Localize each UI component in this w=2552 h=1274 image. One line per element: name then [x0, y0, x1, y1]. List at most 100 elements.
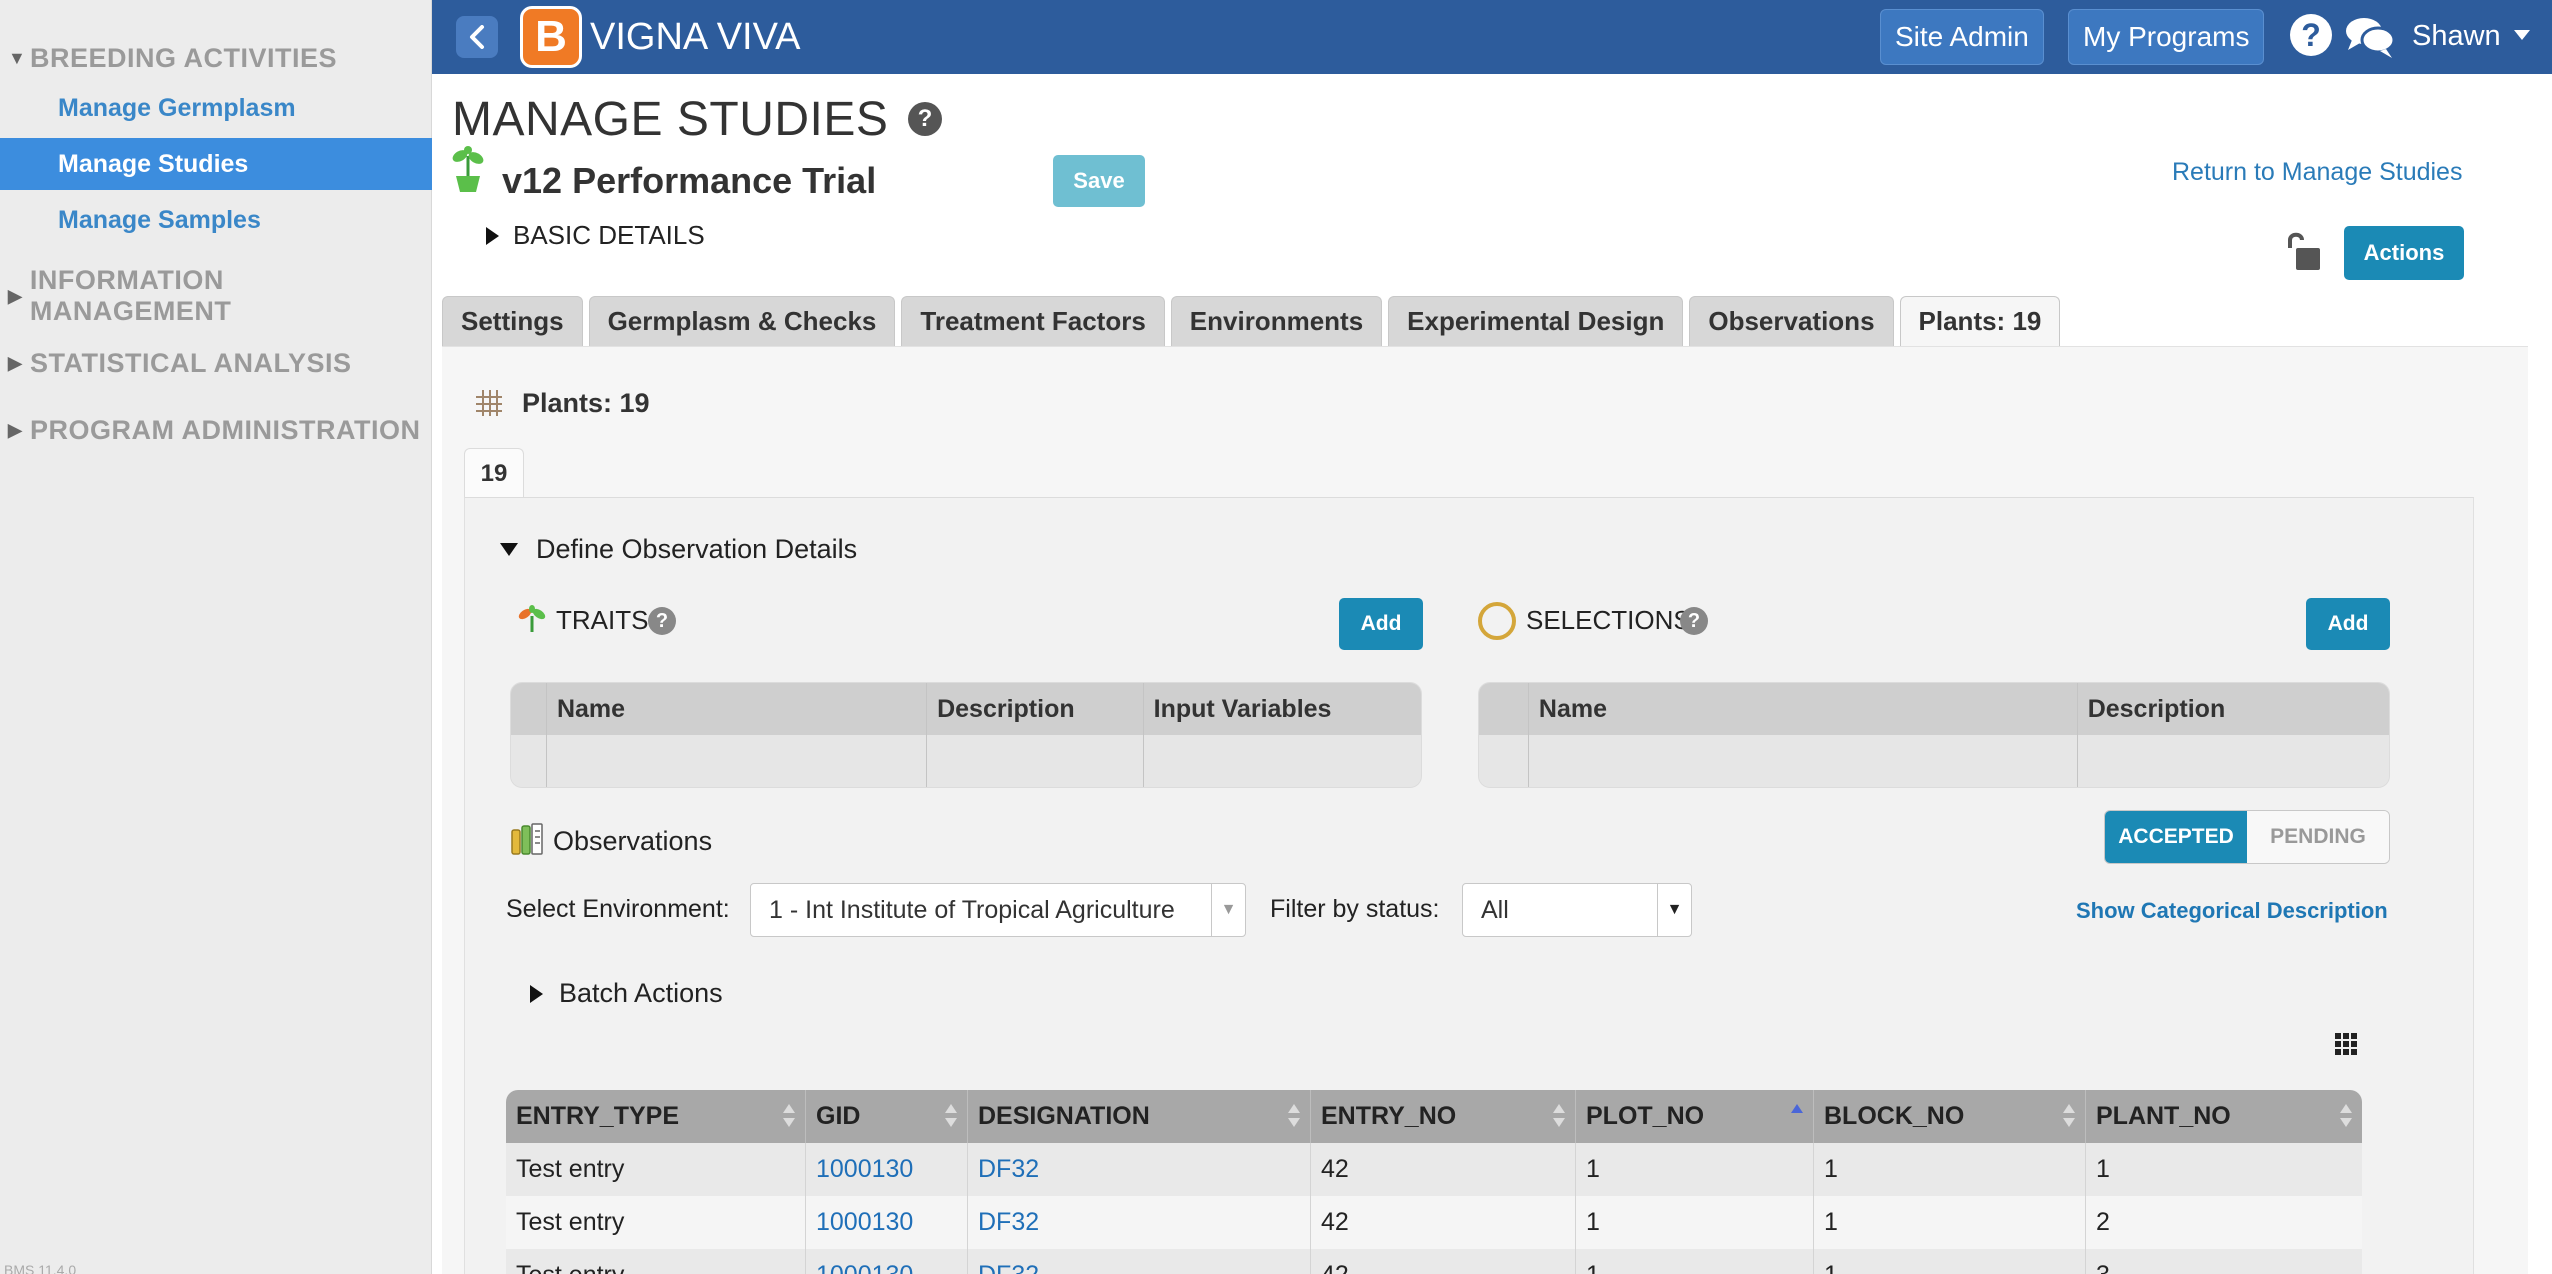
define-observation-details-label: Define Observation Details — [536, 534, 858, 564]
top-navigation-bar: B VIGNA VIVA Site Admin My Programs ? Sh… — [432, 0, 2552, 74]
tab-instance-19[interactable]: 19 — [464, 448, 524, 498]
lock-open-icon[interactable] — [2282, 230, 2322, 274]
column-header-name[interactable]: Name — [1529, 683, 2078, 735]
collapsed-triangle-icon: ▶ — [8, 285, 23, 306]
cell-entry-type: Test entry — [506, 1196, 806, 1249]
gid-link[interactable]: 1000130 — [806, 1143, 968, 1196]
column-header-plant-no[interactable]: PLANT_NO — [2086, 1090, 2362, 1143]
gid-link[interactable]: 1000130 — [806, 1249, 968, 1274]
user-menu[interactable]: Shawn — [2412, 20, 2501, 53]
filter-by-status-label: Filter by status: — [1270, 895, 1440, 923]
sidebar-section-breeding-activities[interactable]: ▼ BREEDING ACTIVITIES — [0, 38, 432, 78]
selections-help-icon[interactable]: ? — [1680, 607, 1708, 635]
cell-entry-type: Test entry — [506, 1249, 806, 1274]
my-programs-button[interactable]: My Programs — [2068, 9, 2265, 65]
column-header-description[interactable]: Description — [2078, 683, 2389, 735]
sidebar-item-label: Manage Germplasm — [58, 93, 296, 122]
designation-link[interactable]: DF32 — [968, 1143, 1311, 1196]
return-to-manage-studies-link[interactable]: Return to Manage Studies — [2172, 158, 2462, 187]
empty-cell — [927, 735, 1144, 787]
user-caret-icon[interactable] — [2514, 30, 2530, 40]
column-toggle-icon[interactable] — [2334, 1032, 2358, 1056]
back-button[interactable] — [456, 16, 498, 58]
tab-plants[interactable]: Plants: 19 — [1899, 296, 2061, 346]
sidebar-section-statistical-analysis[interactable]: ▶ STATISTICAL ANALYSIS — [0, 343, 432, 383]
designation-link[interactable]: DF32 — [968, 1196, 1311, 1249]
define-observation-details-toggle[interactable]: Define Observation Details — [500, 534, 857, 565]
observations-icon — [511, 823, 543, 855]
save-button[interactable]: Save — [1053, 155, 1145, 207]
sidebar-section-program-administration[interactable]: ▶ PROGRAM ADMINISTRATION — [0, 410, 432, 450]
table-row[interactable]: Test entry 1000130 DF32 42 1 1 2 — [506, 1196, 2362, 1249]
sort-icon[interactable] — [1288, 1102, 1300, 1130]
column-header-designation[interactable]: DESIGNATION — [968, 1090, 1311, 1143]
cell-block-no: 1 — [1814, 1249, 2086, 1274]
chat-icon[interactable] — [2344, 14, 2396, 60]
column-header-name[interactable]: Name — [547, 683, 928, 735]
sort-icon[interactable] — [2063, 1102, 2075, 1130]
designation-link[interactable]: DF32 — [968, 1249, 1311, 1274]
tab-settings[interactable]: Settings — [442, 296, 583, 346]
basic-details-label: BASIC DETAILS — [513, 220, 705, 250]
show-categorical-description-link[interactable]: Show Categorical Description — [2076, 898, 2388, 924]
column-header-gid[interactable]: GID — [806, 1090, 968, 1143]
table-row[interactable]: Test entry 1000130 DF32 42 1 1 1 — [506, 1143, 2362, 1196]
tab-treatment-factors[interactable]: Treatment Factors — [901, 296, 1165, 346]
page-help-icon[interactable]: ? — [908, 102, 942, 136]
sort-icon[interactable] — [783, 1102, 795, 1130]
traits-help-icon[interactable]: ? — [648, 607, 676, 635]
empty-cell — [1479, 735, 1529, 787]
back-icon — [470, 25, 484, 49]
sort-icon[interactable] — [2340, 1102, 2352, 1130]
empty-cell — [547, 735, 928, 787]
column-header-entry-type[interactable]: ENTRY_TYPE — [506, 1090, 806, 1143]
sidebar-section-information-management[interactable]: ▶ INFORMATION MANAGEMENT — [0, 265, 432, 326]
collapsed-triangle-icon — [530, 984, 543, 1003]
gid-link[interactable]: 1000130 — [806, 1196, 968, 1249]
cell-entry-no: 42 — [1311, 1249, 1576, 1274]
sidebar-section-label: PROGRAM ADMINISTRATION — [30, 414, 421, 445]
collapsed-triangle-icon: ▶ — [8, 419, 23, 440]
add-trait-button[interactable]: Add — [1339, 598, 1423, 650]
tab-experimental-design[interactable]: Experimental Design — [1388, 296, 1684, 346]
sidebar-item-manage-germplasm[interactable]: Manage Germplasm — [0, 82, 432, 134]
sidebar-section-label: INFORMATION MANAGEMENT — [29, 265, 232, 326]
collapsed-triangle-icon: ▶ — [8, 352, 23, 373]
column-header-input-variables[interactable]: Input Variables — [1144, 683, 1421, 735]
help-icon[interactable]: ? — [2290, 14, 2332, 56]
column-header-plot-no[interactable]: PLOT_NO — [1576, 1090, 1814, 1143]
status-filter-value: All — [1481, 895, 1509, 924]
column-header-description[interactable]: Description — [927, 683, 1144, 735]
chevron-down-icon: ▼ — [1657, 884, 1691, 936]
column-header-entry-no[interactable]: ENTRY_NO — [1311, 1090, 1576, 1143]
status-toggle: ACCEPTED PENDING — [2104, 810, 2390, 864]
batch-actions-toggle[interactable]: Batch Actions — [530, 978, 723, 1009]
selections-heading: SELECTIONS — [1526, 605, 1691, 635]
sort-icon[interactable] — [1553, 1102, 1565, 1130]
status-filter-select[interactable]: All ▼ — [1462, 883, 1692, 937]
site-admin-button[interactable]: Site Admin — [1880, 9, 2044, 65]
pending-toggle-button[interactable]: PENDING — [2247, 811, 2389, 863]
add-selection-button[interactable]: Add — [2306, 598, 2390, 650]
actions-button[interactable]: Actions — [2344, 226, 2464, 280]
sidebar-item-manage-studies[interactable]: Manage Studies — [0, 138, 432, 190]
tab-observations[interactable]: Observations — [1689, 296, 1894, 346]
table-row[interactable]: Test entry 1000130 DF32 42 1 1 3 — [506, 1249, 2362, 1274]
cell-plot-no: 1 — [1576, 1249, 1814, 1274]
environment-select[interactable]: 1 - Int Institute of Tropical Agricultur… — [750, 883, 1246, 937]
column-header-block-no[interactable]: BLOCK_NO — [1814, 1090, 2086, 1143]
sidebar-item-manage-samples[interactable]: Manage Samples — [0, 194, 432, 246]
sidebar-section-label: STATISTICAL ANALYSIS — [30, 347, 352, 378]
tab-environments[interactable]: Environments — [1170, 296, 1383, 346]
basic-details-toggle[interactable]: BASIC DETAILS — [486, 220, 705, 251]
cell-entry-type: Test entry — [506, 1143, 806, 1196]
tab-germplasm-checks[interactable]: Germplasm & Checks — [588, 296, 896, 346]
cell-plot-no: 1 — [1576, 1143, 1814, 1196]
empty-cell — [511, 735, 547, 787]
sort-ascending-icon[interactable] — [1791, 1102, 1803, 1130]
sort-icon[interactable] — [945, 1102, 957, 1130]
traits-heading: TRAITS — [556, 605, 649, 635]
accepted-toggle-button[interactable]: ACCEPTED — [2105, 811, 2247, 863]
cell-plant-no: 3 — [2086, 1249, 2362, 1274]
cell-plant-no: 1 — [2096, 1155, 2110, 1183]
